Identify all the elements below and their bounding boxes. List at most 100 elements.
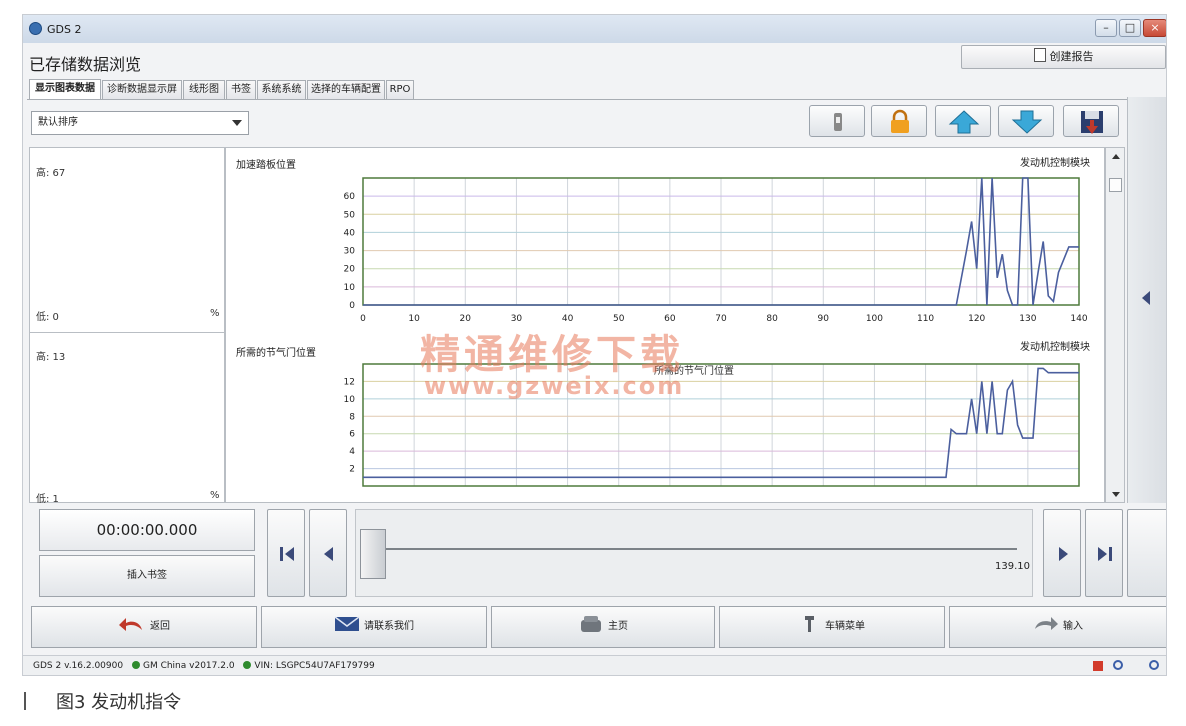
play-icon <box>1059 547 1068 561</box>
chevron-down-icon <box>232 120 242 126</box>
playback-time-display: 00:00:00.000 <box>39 509 255 551</box>
jump-to-end-button[interactable] <box>1085 509 1123 597</box>
chart1-xtick-label: 130 <box>1019 314 1036 324</box>
scroll-up-arrow-icon[interactable] <box>1112 154 1120 159</box>
chart1-unit-label: % <box>210 308 220 319</box>
chart2-ytick-label: 6 <box>349 430 355 440</box>
chart1-xtick-label: 80 <box>766 314 778 324</box>
tab-diagnostic-display[interactable]: 诊断数据显示屏 <box>102 80 182 99</box>
minimize-button[interactable]: – <box>1095 19 1117 37</box>
skip-end-icon <box>1098 547 1112 561</box>
chart2-low-label: 低: 1 <box>36 494 59 505</box>
zoom-out-icon[interactable] <box>1113 660 1123 670</box>
input-label: 输入 <box>1063 621 1083 632</box>
play-reverse-icon <box>324 547 333 561</box>
version-label: GDS 2 v.16.2.00900 <box>33 661 124 671</box>
create-report-button[interactable]: 创建报告 <box>961 45 1166 69</box>
chart1-xtick-label: 140 <box>1070 314 1087 324</box>
tab-line-graph[interactable]: 线形图 <box>183 80 225 99</box>
maximize-button[interactable]: □ <box>1119 19 1141 37</box>
chart1-ytick-label: 20 <box>344 265 356 275</box>
collapse-left-icon[interactable] <box>1142 291 1150 305</box>
insert-bookmark-button[interactable]: 插入书签 <box>39 555 255 597</box>
step-back-button[interactable] <box>309 509 347 597</box>
chart1-ytick-label: 30 <box>344 247 356 257</box>
chart-stats-panel: 高: 67 低: 0 % 高: 13 低: 1 % <box>29 147 225 505</box>
home-button[interactable]: 主页 <box>491 606 715 648</box>
tab-bookmarks[interactable]: 书签 <box>226 80 256 99</box>
chart1-ytick-label: 40 <box>344 228 356 238</box>
home-icon <box>581 616 601 632</box>
error-icon[interactable] <box>1093 661 1103 671</box>
ignition-button[interactable] <box>809 105 865 137</box>
side-extra-button[interactable] <box>1127 509 1166 597</box>
chart2-ytick-label: 10 <box>344 395 356 405</box>
tab-rpo[interactable]: RPO <box>386 80 414 99</box>
report-icon <box>1033 48 1046 62</box>
input-button[interactable]: 输入 <box>949 606 1166 648</box>
chart1-low-label: 低: 0 <box>36 312 59 323</box>
chart1-xtick-label: 70 <box>715 314 727 324</box>
close-button[interactable]: × <box>1143 19 1166 37</box>
app-logo-icon <box>29 22 42 35</box>
save-button[interactable] <box>1063 105 1119 137</box>
chart1-ytick-label: 50 <box>344 210 356 220</box>
zoom-in-icon[interactable] <box>1149 660 1159 670</box>
vin-label: VIN: LSGPC54U7AF179799 <box>254 661 375 671</box>
chart1-high-label: 高: 67 <box>36 168 66 179</box>
tab-divider <box>27 99 1127 100</box>
scroll-thumb[interactable] <box>1109 178 1122 192</box>
jump-to-start-button[interactable] <box>267 509 305 597</box>
chart1-ytick-label: 0 <box>349 301 355 311</box>
status-dot-icon <box>131 661 140 669</box>
chart1-xtick-label: 110 <box>917 314 934 324</box>
wrench-icon <box>805 616 814 632</box>
timeline-slider[interactable] <box>355 509 1033 597</box>
tab-vehicle-config[interactable]: 选择的车辆配置 <box>307 80 385 99</box>
save-icon <box>1081 111 1103 134</box>
input-arrow-icon <box>1035 617 1058 630</box>
chart2-high-label: 高: 13 <box>36 352 66 363</box>
create-report-label: 创建报告 <box>1049 50 1094 63</box>
caption-marker <box>24 692 26 710</box>
chart2-ytick-label: 4 <box>349 447 355 457</box>
scroll-up-button[interactable] <box>935 105 991 137</box>
chart2-unit-label: % <box>210 490 220 501</box>
chart2-ytick-label: 2 <box>349 465 355 475</box>
title-bar: GDS 2 – □ × <box>23 15 1166 43</box>
side-collapse-panel[interactable] <box>1127 97 1166 503</box>
status-bar: GDS 2 v.16.2.00900 GM China v2017.2.0 VI… <box>23 655 1166 675</box>
chart1-xtick-label: 100 <box>866 314 883 324</box>
contact-us-button[interactable]: 请联系我们 <box>261 606 487 648</box>
status-dot-icon <box>243 661 252 669</box>
back-arrow-icon <box>119 618 142 631</box>
timeline-position-label: 139.10 <box>995 561 1030 572</box>
arrow-up-icon <box>948 110 980 134</box>
page-title: 已存储数据浏览 <box>29 55 142 74</box>
sort-select[interactable]: 默认排序 <box>31 111 249 135</box>
chart1-ytick-label: 60 <box>344 192 356 202</box>
step-forward-button[interactable] <box>1043 509 1081 597</box>
envelope-icon <box>334 616 360 631</box>
scroll-down-arrow-icon[interactable] <box>1112 492 1120 497</box>
chart-scrollbar[interactable] <box>1105 147 1125 503</box>
timeline-slider-thumb[interactable] <box>360 529 386 579</box>
figure-caption: 图3 发动机指令 <box>56 692 182 713</box>
ignition-icon <box>834 113 842 131</box>
watermark-url: www.gzweix.com <box>424 372 685 400</box>
window-title: GDS 2 <box>47 23 82 36</box>
chart1-xtick-label: 120 <box>968 314 985 324</box>
lock-button[interactable] <box>871 105 927 137</box>
back-label: 返回 <box>150 621 170 632</box>
back-button[interactable]: 返回 <box>31 606 257 648</box>
sort-value: 默认排序 <box>38 117 78 128</box>
tab-systems[interactable]: 系统系统 <box>257 80 306 99</box>
scroll-down-button[interactable] <box>998 105 1054 137</box>
lock-icon <box>891 109 909 133</box>
chart1-ytick-label: 10 <box>344 283 356 293</box>
vehicle-menu-button[interactable]: 车辆菜单 <box>719 606 945 648</box>
chart1-xtick-label: 90 <box>818 314 830 324</box>
tab-chart-data[interactable]: 显示图表数据 <box>29 79 101 99</box>
contact-us-label: 请联系我们 <box>364 621 414 632</box>
skip-start-icon <box>280 547 294 561</box>
